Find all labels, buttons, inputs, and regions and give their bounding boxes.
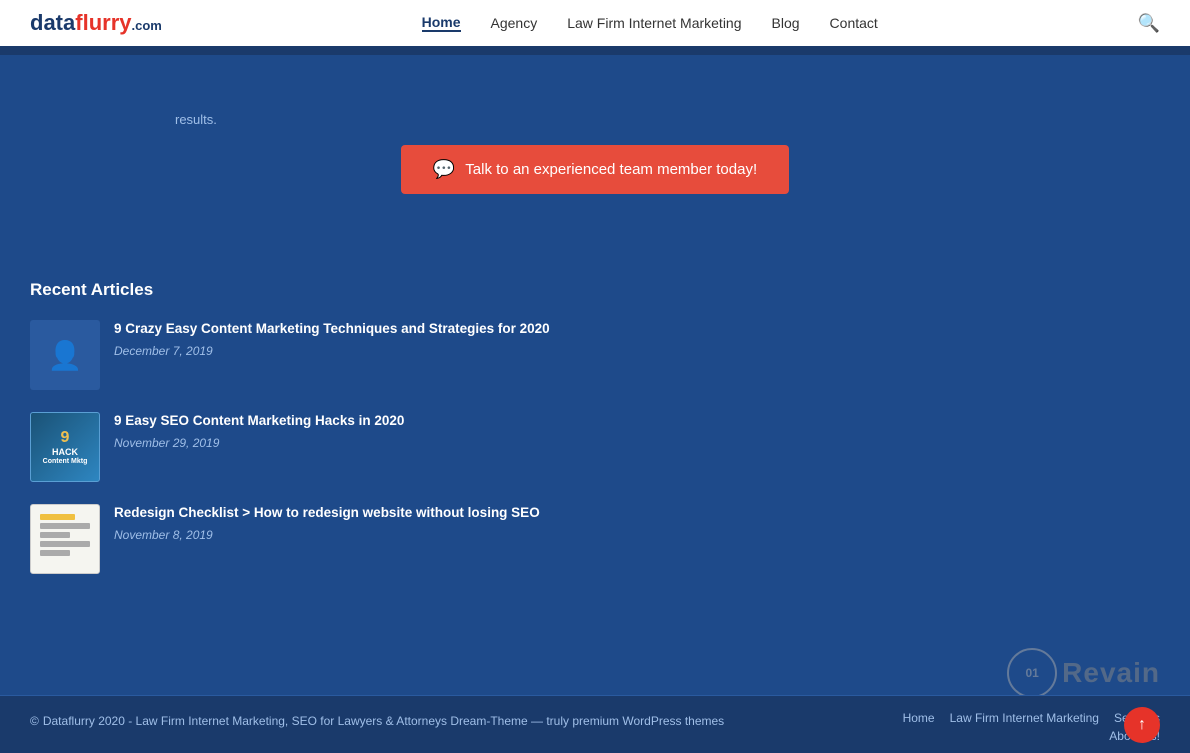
- article-info-1: 9 Crazy Easy Content Marketing Technique…: [114, 320, 1160, 358]
- footer-left: © Dataflurry 2020 - Law Firm Internet Ma…: [30, 711, 724, 733]
- footer-link-home[interactable]: Home: [903, 711, 935, 725]
- article-date-1: December 7, 2019: [114, 344, 1160, 358]
- hero-body-text: results.: [145, 112, 1045, 127]
- section-title: Recent Articles: [30, 280, 1160, 300]
- revain-text: Revain: [1062, 657, 1160, 689]
- footer-links: Home Law Firm Internet Marketing Service…: [903, 711, 1160, 725]
- scroll-down-button[interactable]: ↑: [1124, 707, 1160, 743]
- article-title-1[interactable]: 9 Crazy Easy Content Marketing Technique…: [114, 321, 550, 336]
- article-info-2: 9 Easy SEO Content Marketing Hacks in 20…: [114, 412, 1160, 450]
- footer-right: Home Law Firm Internet Marketing Service…: [903, 711, 1160, 743]
- main-nav: Home Agency Law Firm Internet Marketing …: [422, 14, 878, 32]
- footer-bottom: © Dataflurry 2020 - Law Firm Internet Ma…: [30, 711, 1160, 743]
- article-thumb-2: 9 HACK Content Mktg: [30, 412, 100, 482]
- article-date-3: November 8, 2019: [114, 528, 1160, 542]
- nav-law-firm[interactable]: Law Firm Internet Marketing: [567, 15, 741, 31]
- hack-text: HACK: [52, 447, 78, 458]
- header: dataflurry.com Home Agency Law Firm Inte…: [0, 0, 1190, 46]
- list-item: 9 HACK Content Mktg 9 Easy SEO Content M…: [30, 412, 1160, 482]
- copyright-icon: ©: [30, 711, 39, 733]
- list-item: 👤 9 Crazy Easy Content Marketing Techniq…: [30, 320, 1160, 390]
- hero-section: results. 💬 Talk to an experienced team m…: [0, 55, 1190, 250]
- cta-button[interactable]: 💬 Talk to an experienced team member tod…: [401, 145, 789, 194]
- nav-contact[interactable]: Contact: [830, 15, 878, 31]
- layout-line-4: [40, 550, 70, 556]
- article-thumb-3: [30, 504, 100, 574]
- layout-line-2: [40, 532, 70, 538]
- article-title-2[interactable]: 9 Easy SEO Content Marketing Hacks in 20…: [114, 413, 404, 428]
- footer-link-law-firm[interactable]: Law Firm Internet Marketing: [950, 711, 1099, 725]
- person-icon: 👤: [48, 339, 83, 372]
- chat-icon: 💬: [433, 159, 455, 180]
- nav-blog[interactable]: Blog: [772, 15, 800, 31]
- article-date-2: November 29, 2019: [114, 436, 1160, 450]
- revain-logo: 01 Revain: [1007, 648, 1160, 698]
- footer: © Dataflurry 2020 - Law Firm Internet Ma…: [0, 695, 1190, 753]
- article-title-3[interactable]: Redesign Checklist > How to redesign web…: [114, 505, 540, 520]
- layout-line-1: [40, 523, 90, 529]
- hack-number: 9: [61, 428, 70, 447]
- revain-circle-icon: 01: [1007, 648, 1057, 698]
- copyright-text: Dataflurry 2020 - Law Firm Internet Mark…: [43, 711, 724, 733]
- logo-text: dataflurry.com: [30, 10, 162, 36]
- layout-preview: [35, 509, 95, 569]
- hack-subtext: Content Mktg: [43, 458, 88, 466]
- layout-line-3: [40, 541, 90, 547]
- logo[interactable]: dataflurry.com: [30, 10, 162, 36]
- article-thumb-1: 👤: [30, 320, 100, 390]
- recent-articles-section: Recent Articles 👤 9 Crazy Easy Content M…: [30, 280, 1160, 574]
- cta-label: Talk to an experienced team member today…: [465, 161, 757, 178]
- copyright: © Dataflurry 2020 - Law Firm Internet Ma…: [30, 711, 724, 733]
- search-icon[interactable]: 🔍: [1138, 13, 1160, 34]
- nav-agency[interactable]: Agency: [491, 15, 538, 31]
- list-item: Redesign Checklist > How to redesign web…: [30, 504, 1160, 574]
- layout-line-yellow: [40, 514, 75, 520]
- article-info-3: Redesign Checklist > How to redesign web…: [114, 504, 1160, 542]
- nav-home[interactable]: Home: [422, 14, 461, 32]
